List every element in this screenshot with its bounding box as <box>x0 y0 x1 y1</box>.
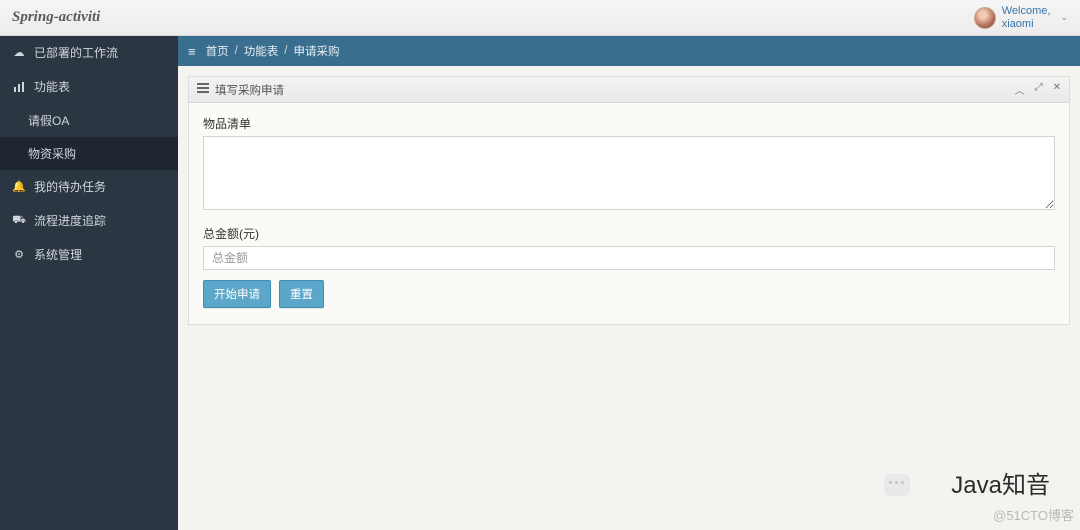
breadcrumb-home[interactable]: 首页 <box>206 43 229 59</box>
sidebar-item-progress[interactable]: ⛟ 流程进度追踪 <box>0 204 178 238</box>
sidebar-item-system[interactable]: ⚙ 系统管理 <box>0 238 178 272</box>
sidebar-item-functions[interactable]: 功能表 <box>0 70 178 104</box>
form-panel: 填写采购申请 ︿ ⤢ ✕ 物品清单 总金额(元) <box>188 76 1070 325</box>
amount-label: 总金额(元) <box>203 225 1055 242</box>
sidebar-sub-purchase[interactable]: 物资采购 <box>0 137 178 170</box>
close-icon[interactable]: ✕ <box>1053 82 1061 97</box>
sidebar-item-label: 系统管理 <box>34 246 82 263</box>
breadcrumb-sep: / <box>235 45 238 57</box>
welcome-label: Welcome, <box>1002 5 1051 17</box>
panel-title: 填写采购申请 <box>215 82 284 98</box>
sidebar-item-label: 流程进度追踪 <box>34 212 106 229</box>
chart-icon <box>12 81 26 93</box>
sidebar-sub-leave[interactable]: 请假OA <box>0 104 178 137</box>
submit-button[interactable]: 开始申请 <box>203 280 271 308</box>
watermark-sub: @51CTO博客 <box>993 505 1074 524</box>
items-label: 物品清单 <box>203 115 1055 132</box>
gear-icon: ⚙ <box>12 248 26 261</box>
sidebar-item-label: 功能表 <box>34 78 70 95</box>
watermark-chat-icon <box>884 474 910 496</box>
sidebar-item-todo[interactable]: 🔔 我的待办任务 <box>0 170 178 204</box>
avatar <box>974 7 996 29</box>
sidebar-item-deployed[interactable]: ☁ 已部署的工作流 <box>0 36 178 70</box>
watermark-main: Java知音 <box>951 465 1050 500</box>
breadcrumb-sep: / <box>284 45 287 57</box>
list-icon <box>197 83 209 96</box>
reset-button[interactable]: 重置 <box>279 280 324 308</box>
amount-input[interactable] <box>203 246 1055 270</box>
username-label: xiaomi <box>1002 18 1051 30</box>
sidebar: ☁ 已部署的工作流 功能表 请假OA 物资采购 🔔 我的待办任务 ⛟ 流程进度追… <box>0 36 178 530</box>
expand-icon[interactable]: ⤢ <box>1035 82 1043 97</box>
cloud-icon: ☁ <box>12 46 26 59</box>
menu-toggle-icon[interactable]: ≡ <box>188 44 196 59</box>
collapse-icon[interactable]: ︿ <box>1015 82 1025 97</box>
sidebar-item-label: 我的待办任务 <box>34 178 106 195</box>
user-menu[interactable]: Welcome, xiaomi ⌄ <box>974 5 1068 29</box>
breadcrumb: ≡ 首页 / 功能表 / 申请采购 <box>178 36 1080 66</box>
items-textarea[interactable] <box>203 136 1055 210</box>
breadcrumb-cat[interactable]: 功能表 <box>244 43 279 59</box>
breadcrumb-page: 申请采购 <box>294 43 340 59</box>
bell-icon: 🔔 <box>12 180 26 193</box>
app-brand: Spring-activiti <box>12 9 100 26</box>
sidebar-item-label: 已部署的工作流 <box>34 44 118 61</box>
chevron-down-icon: ⌄ <box>1060 12 1068 23</box>
car-icon: ⛟ <box>12 214 26 228</box>
